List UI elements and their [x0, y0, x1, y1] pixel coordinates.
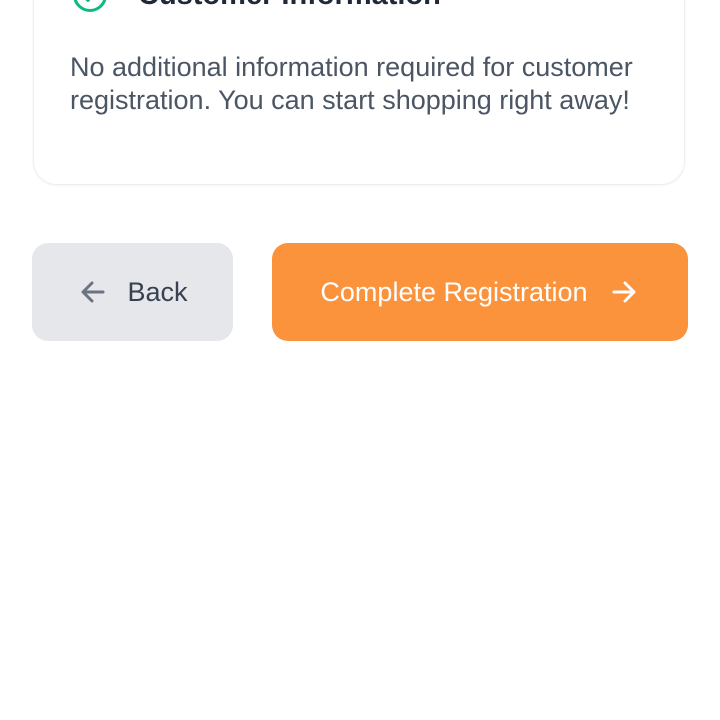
arrow-right-icon [612, 281, 636, 303]
back-button-label: Back [127, 276, 188, 307]
complete-registration-button[interactable]: Complete Registration [272, 243, 688, 341]
arrow-left-icon [81, 281, 105, 303]
card-title: Customer Information [138, 0, 441, 12]
back-button[interactable]: Back [32, 243, 233, 341]
registration-step-page: Customer Information No additional infor… [0, 0, 720, 720]
customer-information-card: Customer Information No additional infor… [33, 0, 685, 185]
card-header: Customer Information [72, 0, 441, 15]
card-message: No additional information required for c… [70, 52, 633, 115]
complete-registration-label: Complete Registration [320, 276, 588, 307]
check-circle-icon [73, 0, 107, 12]
